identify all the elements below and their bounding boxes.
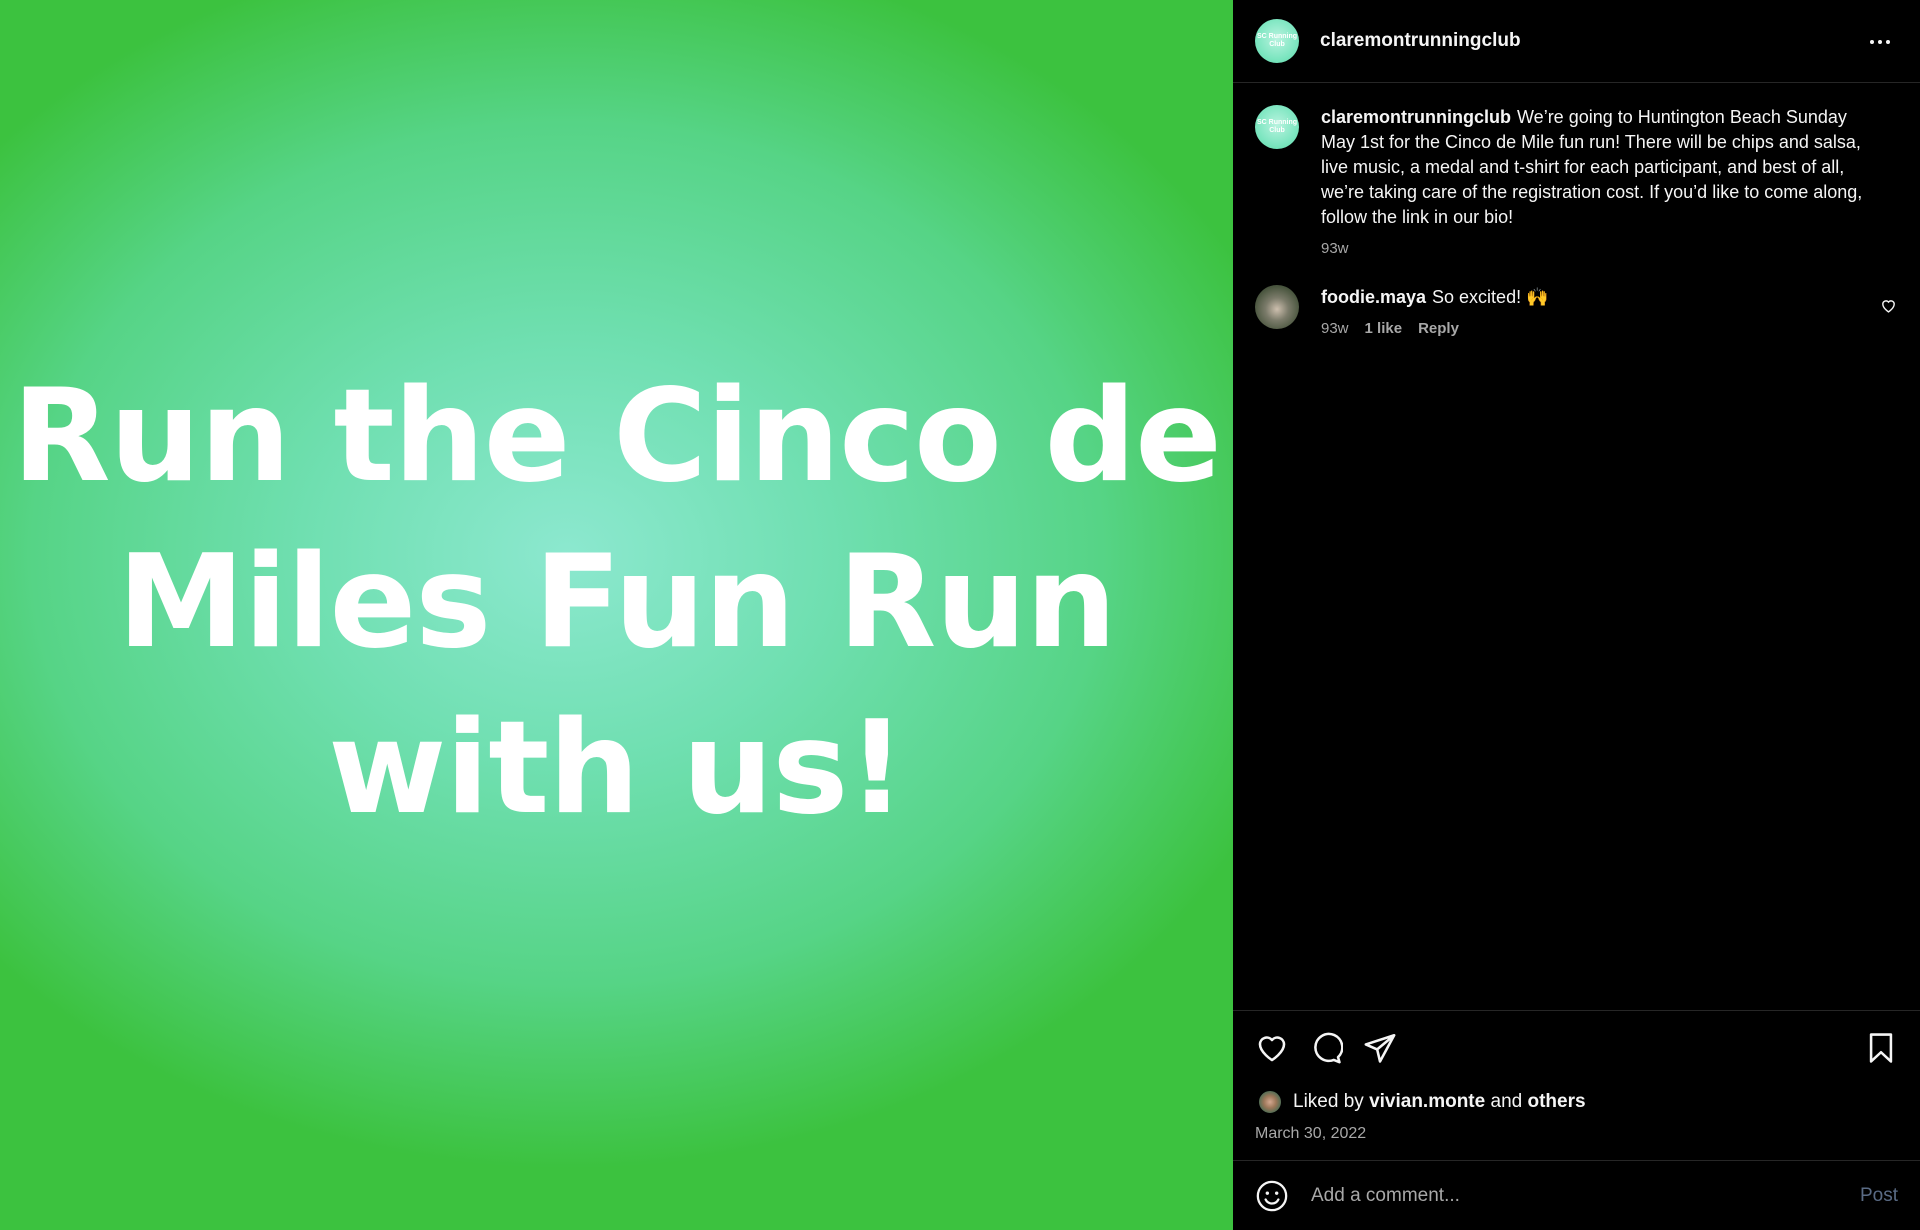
post-actions-section: Liked by vivian.monte and others March 3… (1233, 1010, 1920, 1160)
post-date[interactable]: March 30, 2022 (1255, 1125, 1366, 1143)
post-side-panel: SC Running Club claremontrunningclub SC … (1233, 0, 1920, 1230)
share-icon[interactable] (1363, 1031, 1397, 1065)
comment-like-heart-icon[interactable] (1880, 297, 1897, 314)
comment-input[interactable] (1311, 1184, 1860, 1207)
liked-by-prefix: Liked by (1293, 1091, 1364, 1112)
more-icon[interactable] (1868, 30, 1892, 54)
caption-username-link[interactable]: claremontrunningclub (1321, 107, 1511, 127)
caption-text-block: claremontrunningclub We’re going to Hunti… (1321, 105, 1871, 230)
others-link[interactable]: others (1527, 1091, 1585, 1113)
bookmark-icon[interactable] (1864, 1031, 1898, 1065)
heart-icon[interactable] (1255, 1031, 1289, 1065)
liked-by-line: Liked by vivian.monte and others (1257, 1089, 1586, 1115)
comment-meta: 93w 1 like Reply (1321, 320, 1871, 337)
liker-avatar[interactable] (1257, 1089, 1283, 1115)
commenter-username-link[interactable]: foodie.maya (1321, 287, 1426, 307)
post-headline: Run the Cinco de Miles Fun Run with us! (12, 361, 1222, 843)
caption-row: SC Running Club claremontrunningclub We’r… (1255, 105, 1897, 257)
header-username-link[interactable]: claremontrunningclub (1320, 30, 1521, 52)
avatar-logo-text: SC Running Club (1256, 33, 1298, 48)
liked-by-joiner: and (1490, 1091, 1523, 1112)
comment-body: foodie.maya So excited! 🙌 93w 1 like Repl… (1321, 285, 1871, 337)
reply-button[interactable]: Reply (1418, 320, 1459, 337)
comments-list: SC Running Club claremontrunningclub We’r… (1233, 83, 1920, 337)
caption-age[interactable]: 93w (1321, 240, 1349, 257)
caption-avatar[interactable]: SC Running Club (1255, 105, 1299, 149)
comment-text: So excited! 🙌 (1432, 287, 1549, 307)
post-header: SC Running Club claremontrunningclub (1233, 0, 1920, 83)
post-image: Run the Cinco de Miles Fun Run with us! (0, 0, 1233, 1230)
avatar-logo-text: SC Running Club (1256, 119, 1298, 134)
post-comment-button[interactable]: Post (1860, 1185, 1898, 1207)
caption-meta: 93w (1321, 240, 1871, 257)
commenter-avatar[interactable] (1255, 285, 1299, 329)
comment-row: foodie.maya So excited! 🙌 93w 1 like Repl… (1255, 285, 1897, 337)
profile-avatar[interactable]: SC Running Club (1255, 19, 1299, 63)
comment-text-block: foodie.maya So excited! 🙌 (1321, 285, 1871, 310)
emoji-icon[interactable] (1255, 1179, 1289, 1213)
add-comment-bar: Post (1233, 1160, 1920, 1230)
comment-likes-count[interactable]: 1 like (1365, 320, 1403, 337)
comment-icon[interactable] (1309, 1031, 1343, 1065)
caption-body: claremontrunningclub We’re going to Hunti… (1321, 105, 1871, 257)
liker-username-link[interactable]: vivian.monte (1369, 1091, 1485, 1113)
action-icons (1255, 1031, 1397, 1065)
comment-age[interactable]: 93w (1321, 320, 1349, 337)
